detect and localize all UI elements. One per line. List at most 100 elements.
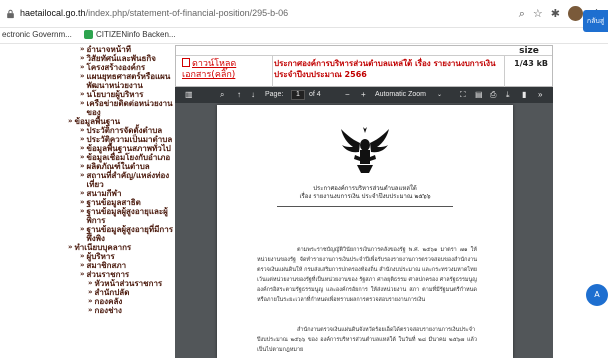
sidebar-toggle-icon[interactable]: ▥ [185, 90, 193, 100]
double-chevron-icon: » [80, 126, 85, 134]
back-to-top-button[interactable]: กลับสู่ [583, 10, 608, 32]
sidebar-item-label: ข้อมูลเชื่อมโยงกับอำเภอ [86, 153, 171, 162]
sidebar-item[interactable]: » ฐานข้อมูลผู้สูงอายุที่มีการพึ่งพิง [60, 225, 175, 243]
sidebar-item[interactable]: » ผู้บริหาร [60, 252, 175, 261]
next-page-icon[interactable]: ↓ [251, 90, 255, 100]
zoom-dropdown-icon[interactable]: ⌄ [437, 90, 442, 100]
double-chevron-icon: » [80, 153, 85, 161]
double-chevron-icon: » [80, 72, 85, 80]
sidebar-item-label: โครงสร้างองค์กร [86, 63, 146, 72]
sidebar-menu: » อำนาจหน้าที่» วิสัยทัศน์และพันธกิจ» โครงส… [60, 45, 175, 358]
page-margin [0, 45, 60, 358]
profile-avatar[interactable] [568, 6, 583, 21]
print-icon[interactable]: ⎙ [490, 90, 496, 100]
url-text[interactable]: haetailocal.go.th/index.php/statement-of… [20, 8, 288, 18]
sidebar-item-label: ผลิตภัณฑ์ในตำบล [86, 162, 150, 171]
file-table: size ดาวน์โหลดเอกสาร(คลิ๊ก) ประกาศองค์กา… [175, 45, 553, 87]
zoom-out-icon[interactable]: − [345, 90, 350, 100]
sidebar-item[interactable]: » สำนักปลัด [60, 288, 175, 297]
sidebar-item[interactable]: » สนามกีฬา [60, 189, 175, 198]
sidebar-item-label: ข้อมูลพื้นฐาน [74, 117, 121, 126]
bookmark-icon[interactable]: ▮ [522, 90, 526, 100]
bookmark-item[interactable]: CITIZENinfo Backen... [84, 30, 176, 39]
sidebar-item[interactable]: » วิสัยทัศน์และพันธกิจ [60, 54, 175, 63]
double-chevron-icon: » [88, 288, 93, 296]
sidebar-item-label: สนามกีฬา [86, 189, 122, 198]
zoom-icon[interactable]: ⌕ [519, 7, 525, 21]
double-chevron-icon: » [88, 306, 93, 314]
search-icon[interactable]: ⌕ [220, 90, 224, 100]
sidebar-item-label: ฐานข้อมูลผู้สูงอายุและผู้พิการ [86, 207, 168, 225]
extensions-icon[interactable]: ✱ [551, 7, 560, 21]
sidebar-item[interactable]: » ฐานข้อมูลผู้สูงอายุและผู้พิการ [60, 207, 175, 225]
tools-icon[interactable]: » [538, 90, 542, 100]
double-chevron-icon: » [80, 189, 85, 197]
double-chevron-icon: » [80, 63, 85, 71]
double-chevron-icon: » [80, 144, 85, 152]
sidebar-item[interactable]: » ประวัติการจัดตั้งตำบล [60, 126, 175, 135]
web-page: » อำนาจหน้าที่» วิสัยทัศน์และพันธกิจ» โครงส… [0, 45, 608, 358]
sidebar-item-label: ฐานข้อมูลผู้สูงอายุที่มีการพึ่งพิง [86, 225, 173, 243]
sidebar-item[interactable]: » กองช่าง [60, 306, 175, 315]
page-right-margin [553, 45, 608, 358]
sidebar-item[interactable]: » ข้อมูลพื้นฐานสภาพทั่วไป [60, 144, 175, 153]
pdf-toolbar: ▥ ⌕ ↑ ↓ Page: 1 of 4 − + Automatic Zoom … [175, 87, 553, 103]
double-chevron-icon: » [80, 45, 85, 53]
sidebar-item[interactable]: » โครงสร้างองค์กร [60, 63, 175, 72]
zoom-select[interactable]: Automatic Zoom [375, 90, 435, 100]
download-icon[interactable]: ⤓ [506, 90, 510, 100]
sidebar-item[interactable]: » นโยบายผู้บริหาร [60, 90, 175, 99]
document-title-line1: ประกาศองค์การบริหารส่วนตำบลแหล่ใต้ [313, 185, 417, 192]
zoom-in-icon[interactable]: + [361, 90, 366, 100]
sidebar-item[interactable]: » แผนยุทธศาสตร์หรือแผนพัฒนาหน่วยงาน [60, 72, 175, 90]
sidebar-item-label: นโยบายผู้บริหาร [86, 90, 144, 99]
double-chevron-icon: » [80, 162, 85, 170]
sidebar-item[interactable]: » สถานที่สำคัญ/แหล่งท่องเที่ยว [60, 171, 175, 189]
double-chevron-icon: » [80, 99, 85, 107]
sidebar-section[interactable]: » ทำเนียบบุคลากร [60, 243, 175, 252]
double-chevron-icon: » [80, 54, 85, 62]
double-chevron-icon: » [80, 135, 85, 143]
sidebar-item[interactable]: » ประวัติความเป็นมาตำบล [60, 135, 175, 144]
bookmark-label: CITIZENinfo Backen... [96, 30, 176, 39]
sidebar-item-label: ข้อมูลพื้นฐานสภาพทั่วไป [86, 144, 171, 153]
sidebar-item-label: เครือข่ายติดต่อหน่วยงานของ [86, 99, 173, 117]
sidebar-item[interactable]: » อำนาจหน้าที่ [60, 45, 175, 54]
document-paragraph: สำนักงานตรวจเงินแผ่นดินจังหวัดร้อยเอ็ดได… [257, 327, 477, 353]
page-label: Page: [265, 91, 284, 98]
double-chevron-icon: » [80, 261, 85, 269]
column-divider [272, 55, 273, 87]
sidebar-item[interactable]: » ฐานข้อมูลสาธิต [60, 198, 175, 207]
sidebar-item-label: ประวัติความเป็นมาตำบล [86, 135, 173, 144]
bookmark-label: ectronic Governm... [2, 30, 72, 39]
presentation-mode-icon[interactable]: ⛶ [460, 90, 466, 100]
sidebar-item[interactable]: » กองคลัง [60, 297, 175, 306]
sidebar-item[interactable]: » หัวหน้าส่วนราชการ [60, 279, 175, 288]
download-link[interactable]: ดาวน์โหลดเอกสาร(คลิ๊ก) [182, 58, 272, 81]
sidebar-item-label: ส่วนราชการ [86, 270, 130, 279]
download-link-label: ดาวน์โหลดเอกสาร(คลิ๊ก) [182, 59, 237, 80]
double-chevron-icon: » [80, 171, 85, 179]
sidebar-item-label: หัวหน้าส่วนราชการ [94, 279, 163, 288]
sidebar-item-label: อำนาจหน้าที่ [86, 45, 131, 54]
url-path: /index.php/statement-of-financial-positi… [85, 8, 289, 18]
sidebar-item[interactable]: » ข้อมูลเชื่อมโยงกับอำเภอ [60, 153, 175, 162]
file-size: 1/43 kB [514, 59, 548, 68]
sidebar-section[interactable]: » ข้อมูลพื้นฐาน [60, 117, 175, 126]
double-chevron-icon: » [80, 270, 85, 278]
sidebar-item[interactable]: » ส่วนราชการ [60, 270, 175, 279]
previous-page-icon[interactable]: ↑ [237, 90, 241, 100]
sidebar-item[interactable]: » สมาชิกสภา [60, 261, 175, 270]
sidebar-item[interactable]: » ผลิตภัณฑ์ในตำบล [60, 162, 175, 171]
document-paragraph: ตามพระราชบัญญัติวินัยการเงินการคลังของรั… [257, 247, 477, 303]
page-number-input[interactable]: 1 [291, 90, 305, 100]
bookmark-item[interactable]: ectronic Governm... [2, 30, 72, 39]
open-file-icon[interactable]: ▤ [475, 90, 483, 100]
sidebar-item[interactable]: » เครือข่ายติดต่อหน่วยงานของ [60, 99, 175, 117]
double-chevron-icon: » [80, 90, 85, 98]
chat-button[interactable]: A [586, 284, 608, 306]
sidebar-item-label: ประวัติการจัดตั้งตำบล [86, 126, 163, 135]
double-chevron-icon: » [88, 279, 93, 287]
star-icon[interactable]: ☆ [533, 7, 543, 21]
double-chevron-icon: » [80, 198, 85, 206]
